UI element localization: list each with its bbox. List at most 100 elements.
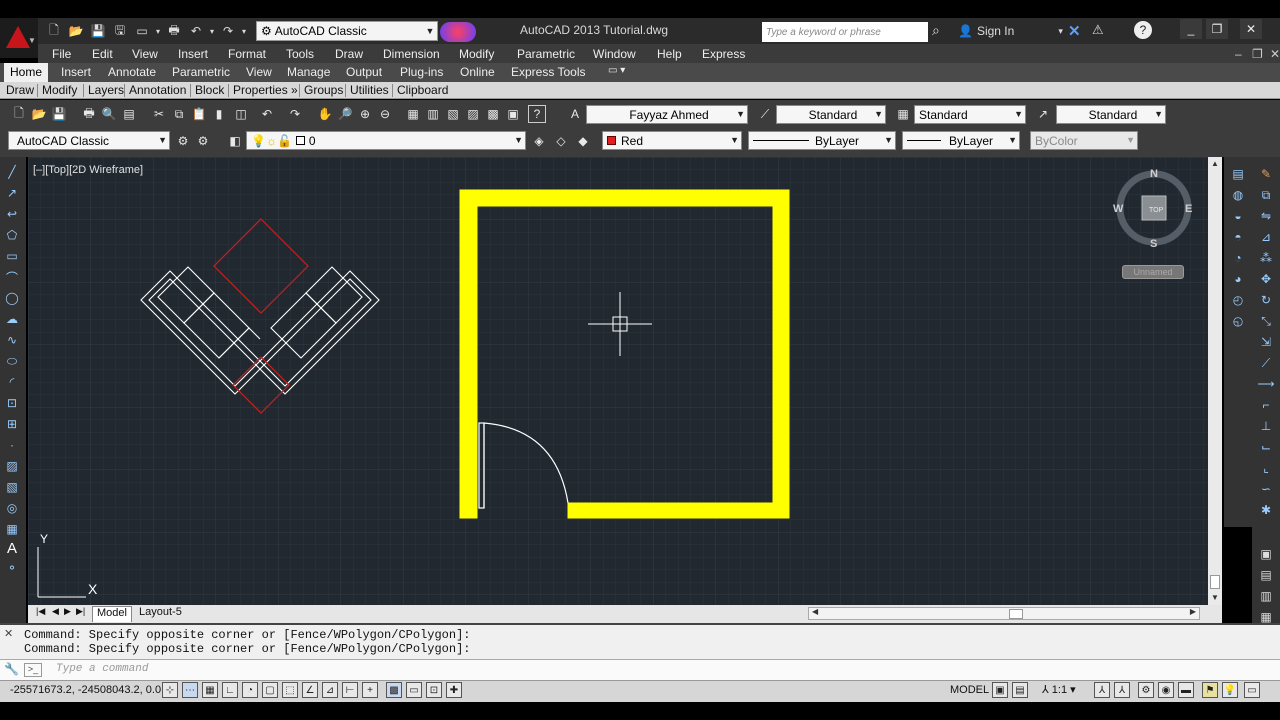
restore-icon[interactable]: ❐ [1206,19,1228,39]
tab-view[interactable]: View [246,65,272,79]
hscroll-thumb[interactable] [1009,609,1023,619]
object-snap-tracking-icon[interactable]: ∠ [302,682,318,698]
erase-icon[interactable]: ✎ [1257,165,1275,183]
restore-icon[interactable]: ❐ [1252,47,1263,61]
dimension-diameter-icon[interactable]: ◕ [1229,270,1247,288]
circle-icon[interactable]: ◯ [3,289,21,307]
join-icon[interactable]: ⊥ [1257,417,1275,435]
chevron-down-icon[interactable]: ▾ [208,21,216,41]
lineweight-select[interactable]: ByLayer ▼ [902,131,1020,150]
mtext-icon[interactable]: A [3,539,21,557]
ellipse-arc-icon[interactable]: ◜ [3,373,21,391]
dimension-linear-icon[interactable]: ▤ [1229,165,1247,183]
hatch-icon[interactable]: ▨ [3,457,21,475]
grid-display-icon[interactable]: ▦ [202,682,218,698]
compass-south[interactable]: S [1150,238,1157,250]
dim-style-select[interactable]: Standard ▼ [776,105,886,124]
close-icon[interactable]: ✕ [1270,47,1280,61]
tab-home[interactable]: Home [4,63,49,82]
menu-dimension[interactable]: Dimension [383,47,440,61]
tab-plugins[interactable]: Plug-ins [400,65,443,79]
dynamic-ucs-icon[interactable]: ⊿ [322,682,338,698]
plotstyle-select[interactable]: ByColor ▼ [1030,131,1138,150]
infer-constraints-icon[interactable]: ⊹ [162,682,178,698]
explode-icon[interactable]: ✱ [1257,501,1275,519]
tab-online[interactable]: Online [460,65,495,79]
quick-view-layouts-icon[interactable]: ▣ [992,682,1008,698]
help-icon[interactable]: ? [528,105,546,123]
panel-modify[interactable]: Modify [42,83,77,97]
annotation-scale[interactable]: ⅄ 1:1 ▾ [1042,683,1076,696]
chevron-down-icon[interactable]: ▾ [240,21,248,41]
markup-icon[interactable]: ▩ [484,105,502,123]
scroll-thumb[interactable] [1210,575,1220,589]
dimension-ordinate-icon[interactable]: ◓ [1229,228,1247,246]
isolate-objects-icon[interactable]: ⚑ [1202,682,1218,698]
panel-draw[interactable]: Draw [6,83,34,97]
scroll-left-icon[interactable]: ◀ [812,607,818,616]
match-properties-icon[interactable]: ▮ [210,105,228,123]
last-layout-icon[interactable]: ▶| [72,606,89,622]
help-icon[interactable]: ? [1134,21,1152,39]
quick-properties-icon[interactable]: ▭ [406,682,422,698]
autodesk360-icon[interactable]: ⚠ [1092,22,1104,38]
plot-icon[interactable]: 🖶 [164,21,184,41]
tab-manage[interactable]: Manage [287,65,330,79]
dimension-baseline-icon[interactable]: ◵ [1229,312,1247,330]
rectangle-icon[interactable]: ▭ [3,247,21,265]
open-icon[interactable]: 📂 [66,21,86,41]
panel-groups[interactable]: Groups [304,83,343,97]
save-icon[interactable]: 💾 [88,21,108,41]
exchange-icon[interactable]: ✕ [1068,22,1081,40]
tab-express-tools[interactable]: Express Tools [511,65,585,79]
annotation-monitor-icon[interactable]: ✚ [446,682,462,698]
layer-select[interactable]: 💡 ☼ 🔓 0 ▼ [246,131,526,150]
object-snap-icon[interactable]: ▢ [262,682,278,698]
viewport-controls[interactable]: [–][Top][2D Wireframe] [33,164,143,176]
undo-icon[interactable]: ↶ [258,105,276,123]
tab-parametric[interactable]: Parametric [172,65,230,79]
publish-icon[interactable]: ▭ [132,21,152,41]
arc-icon[interactable]: ⌒ [3,268,21,286]
workspace-select[interactable]: ⚙ AutoCAD Classic ▼ [256,21,438,41]
tab-annotate[interactable]: Annotate [108,65,156,79]
pan-icon[interactable]: ✋ [316,105,334,123]
region-icon[interactable]: ◎ [3,499,21,517]
polygon-icon[interactable]: ⬠ [3,226,21,244]
menu-view[interactable]: View [132,47,158,61]
make-block-icon[interactable]: ⊞ [3,415,21,433]
text-style-select[interactable]: Fayyaz Ahmed ▼ [586,105,748,124]
workspace-switching-icon[interactable]: ⚙ [1138,682,1154,698]
publish-icon[interactable]: ▤ [120,105,138,123]
revision-cloud-icon[interactable]: ☁ [3,310,21,328]
scroll-right-icon[interactable]: ▶ [1190,607,1196,616]
panel-utilities[interactable]: Utilities [350,83,389,97]
close-icon[interactable]: ✕ [1240,19,1262,39]
layer-previous-icon[interactable]: ◇ [552,132,570,150]
gradient-icon[interactable]: ▧ [3,478,21,496]
make-current-layer-icon[interactable]: ◈ [530,132,548,150]
sheet-set-icon[interactable]: ▨ [464,105,482,123]
drawing-area[interactable]: Y X TOP N S E W [28,157,1208,605]
menu-draw[interactable]: Draw [335,47,363,61]
new-icon[interactable]: 🗋 [44,21,64,41]
design-center-icon[interactable]: ▥ [424,105,442,123]
tab-output[interactable]: Output [346,65,382,79]
block-editor-icon[interactable]: ◫ [232,105,250,123]
offset-icon[interactable]: ⊿ [1257,228,1275,246]
tab-model[interactable]: Model [92,606,132,622]
chevron-down-icon[interactable]: ▾ [154,21,162,41]
drawing-svg[interactable]: Y X TOP N S E W [28,157,1208,605]
dimension-angular-icon[interactable]: ◴ [1229,291,1247,309]
gear-icon[interactable]: ⚙ [174,132,192,150]
command-input[interactable]: Type a command [56,663,148,675]
workspace-settings-icon[interactable]: ⚙ [194,132,212,150]
scroll-down-icon[interactable]: ▼ [1211,593,1219,602]
panel-annotation[interactable]: Annotation [129,83,186,97]
plot-icon[interactable]: 🖶 [80,105,98,123]
menu-modify[interactable]: Modify [459,47,494,61]
tool-palettes-icon[interactable]: ▧ [444,105,462,123]
hardware-acceleration-icon[interactable]: ▬ [1178,682,1194,698]
binoculars-icon[interactable]: ⌕ [932,22,940,39]
extend-icon[interactable]: ⟶ [1257,375,1275,393]
